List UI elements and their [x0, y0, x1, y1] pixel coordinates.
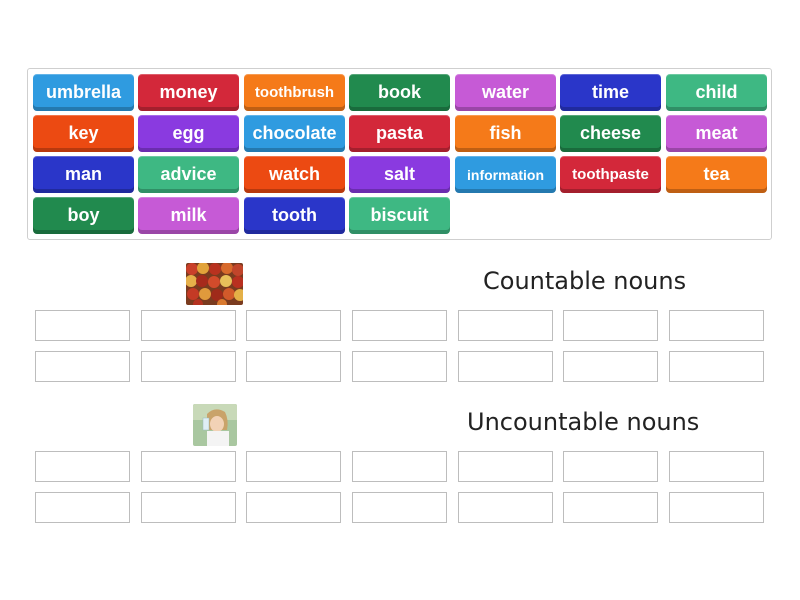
word-tile-tooth[interactable]: tooth [244, 197, 345, 234]
word-tile-umbrella[interactable]: umbrella [33, 74, 134, 111]
countable-drop-slot[interactable] [563, 310, 658, 341]
word-tile-book[interactable]: book [349, 74, 450, 111]
countable-drop-slot[interactable] [246, 310, 341, 341]
countable-drop-slot[interactable] [35, 351, 130, 382]
word-tile-tea[interactable]: tea [666, 156, 767, 193]
countable-drop-slot[interactable] [669, 310, 764, 341]
word-tile-boy[interactable]: boy [33, 197, 134, 234]
word-tile-child[interactable]: child [666, 74, 767, 111]
word-tile-advice[interactable]: advice [138, 156, 239, 193]
word-tile-key[interactable]: key [33, 115, 134, 152]
word-tile-toothbrush[interactable]: toothbrush [244, 74, 345, 111]
word-tile-meat[interactable]: meat [666, 115, 767, 152]
word-tile-man[interactable]: man [33, 156, 134, 193]
countable-drop-slot[interactable] [246, 351, 341, 382]
group-title-countable: Countable nouns [483, 267, 687, 295]
word-tile-salt[interactable]: salt [349, 156, 450, 193]
uncountable-drop-slot[interactable] [458, 451, 553, 482]
word-tile-toothpaste[interactable]: toothpaste [560, 156, 661, 193]
uncountable-drop-slot[interactable] [669, 492, 764, 523]
word-tile-watch[interactable]: watch [244, 156, 345, 193]
uncountable-drop-slot[interactable] [352, 451, 447, 482]
uncountable-drop-slot[interactable] [563, 451, 658, 482]
word-tile-money[interactable]: money [138, 74, 239, 111]
word-tile-fish[interactable]: fish [455, 115, 556, 152]
word-tile-milk[interactable]: milk [138, 197, 239, 234]
word-tile-biscuit[interactable]: biscuit [349, 197, 450, 234]
uncountable-drop-slot[interactable] [246, 451, 341, 482]
word-tile-pasta[interactable]: pasta [349, 115, 450, 152]
uncountable-drop-slot[interactable] [35, 451, 130, 482]
apples-image [186, 263, 243, 305]
uncountable-drop-slot[interactable] [141, 492, 236, 523]
countable-drop-slot[interactable] [141, 310, 236, 341]
uncountable-drop-slot[interactable] [141, 451, 236, 482]
countable-drop-slot[interactable] [458, 351, 553, 382]
word-tile-egg[interactable]: egg [138, 115, 239, 152]
uncountable-drop-slot[interactable] [246, 492, 341, 523]
countable-drop-slot[interactable] [35, 310, 130, 341]
uncountable-drop-slot[interactable] [563, 492, 658, 523]
countable-drop-slot[interactable] [563, 351, 658, 382]
countable-drop-slot[interactable] [352, 310, 447, 341]
countable-drop-slot[interactable] [141, 351, 236, 382]
uncountable-drop-slot[interactable] [458, 492, 553, 523]
girl-drinking-image [193, 404, 237, 446]
countable-drop-slot[interactable] [669, 351, 764, 382]
word-tile-time[interactable]: time [560, 74, 661, 111]
uncountable-drop-slot[interactable] [352, 492, 447, 523]
word-tile-cheese[interactable]: cheese [560, 115, 661, 152]
uncountable-drop-slot[interactable] [35, 492, 130, 523]
word-tile-water[interactable]: water [455, 74, 556, 111]
group-title-uncountable: Uncountable nouns [467, 408, 700, 436]
countable-drop-slot[interactable] [352, 351, 447, 382]
word-tile-information[interactable]: information [455, 156, 556, 193]
uncountable-drop-slot[interactable] [669, 451, 764, 482]
countable-drop-slot[interactable] [458, 310, 553, 341]
word-tile-chocolate[interactable]: chocolate [244, 115, 345, 152]
